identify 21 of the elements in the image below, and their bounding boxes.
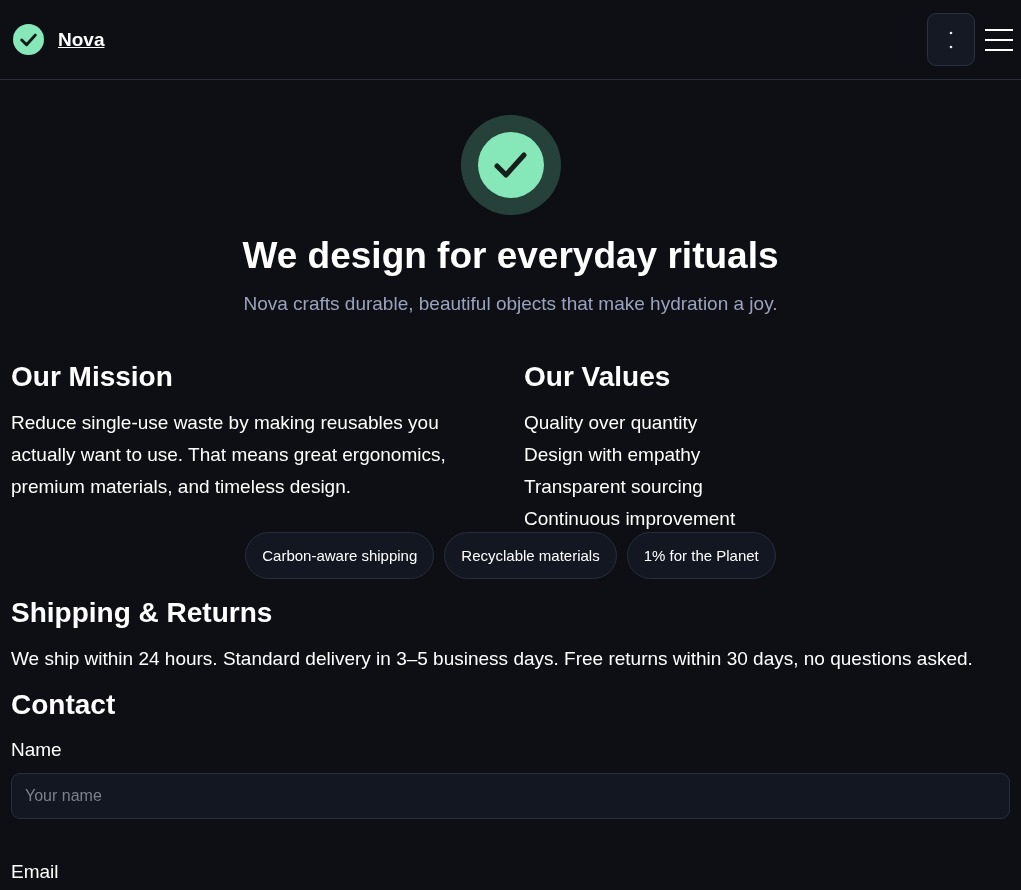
value-item: Quality over quantity [524, 411, 699, 435]
value-item: Continuous improvement [524, 507, 737, 531]
feature-pill: 1% for the Planet [626, 532, 776, 579]
field-label: Email [11, 861, 60, 883]
value-item: Design with empathy [524, 443, 702, 467]
feature-pill: Carbon-aware shipping [245, 532, 435, 579]
hero-subtitle: Nova crafts durable, beautiful objects that make hydration a joy. [243, 293, 778, 315]
section-heading: Our Values [524, 361, 672, 393]
brand-link[interactable]: Nova [13, 24, 105, 55]
hero-title: We design for everyday rituals [242, 235, 779, 277]
shipping-text: We ship within 24 hours. Standard delivery in 3–5 business days. Free returns within 30 days, no questions asked. [11, 647, 974, 671]
section-heading: Our Mission [11, 361, 174, 393]
mission-text: Reduce single-use waste by making reusables you actually want to use. That means great ergonomics, premium materials, and timeless design. [11, 411, 447, 499]
value-item: Transparent sourcing [524, 475, 704, 499]
section-heading: Shipping & Returns [11, 597, 274, 629]
menu-icon[interactable] [985, 27, 1013, 52]
section-heading: Contact [11, 689, 117, 721]
check-logo-icon [13, 24, 44, 55]
field-label: Name [11, 739, 63, 761]
input-field[interactable]: Your name [11, 773, 1010, 819]
feature-pill: Recyclable materials [444, 532, 617, 579]
